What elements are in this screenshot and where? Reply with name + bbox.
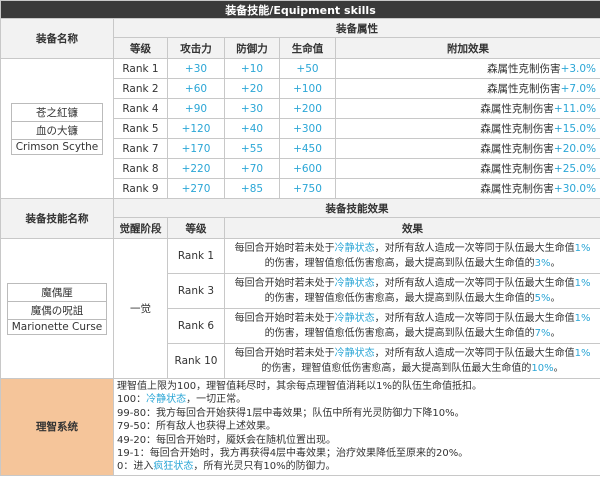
rank-cell: Rank 4 <box>113 98 168 119</box>
rank-cell: Rank 7 <box>113 138 168 159</box>
def-cell: +55 <box>224 138 280 159</box>
atk-cell: +270 <box>167 178 225 199</box>
atk-cell: +30 <box>167 58 225 79</box>
bonus-cell: 森属性克制伤害+11.0% <box>334 98 600 119</box>
skill-name-jp: 魔偶の呪詛 <box>7 302 107 320</box>
skill-effect-cell: 每回合开始时若未处于冷静状态，对所有敌人造成一次等同于队伍最大生命值1%的伤害，… <box>223 273 600 309</box>
skill-name-cn: 魔偶厘 <box>7 284 107 302</box>
def-cell: +40 <box>224 118 280 139</box>
col-rank: 等级 <box>113 37 168 59</box>
skill-effect-cell: 每回合开始时若未处于冷静状态，对所有敌人造成一次等同于队伍最大生命值1%的伤害，… <box>223 308 600 344</box>
atk-cell: +120 <box>167 118 225 139</box>
skill-rank-cell: Rank 3 <box>167 273 225 309</box>
sanity-system-description: 理智值上限为100，理智值耗尽时，其余每点理智值消耗以1%的队伍生命值抵扣。 1… <box>112 378 600 476</box>
sanity-line: 理智值上限为100，理智值耗尽时，其余每点理智值消耗以1%的队伍生命值抵扣。 <box>117 381 482 392</box>
col-hp: 生命值 <box>279 37 336 59</box>
def-cell: +70 <box>224 158 280 179</box>
sanity-line: 99-80：我方每回合开始获得1层中毒效果；队伍中所有光灵防御力下降10%。 <box>117 407 465 419</box>
def-cell: +10 <box>224 58 280 79</box>
equipment-name-header: 装备名称 <box>0 18 114 59</box>
atk-cell: +220 <box>167 158 225 179</box>
bonus-cell: 森属性克制伤害+30.0% <box>334 178 600 199</box>
col-skill-rank: 等级 <box>167 217 225 239</box>
equipment-name-cell: 苍之紅镰 血の大镰 Crimson Scythe <box>0 58 114 199</box>
rank-cell: Rank 5 <box>113 118 168 139</box>
hp-cell: +450 <box>279 138 336 159</box>
col-bonus: 附加效果 <box>334 37 600 59</box>
col-atk: 攻击力 <box>167 37 225 59</box>
sanity-system-label: 理智系统 <box>0 378 114 476</box>
skill-rank-cell: Rank 6 <box>167 308 225 344</box>
hp-cell: +100 <box>279 78 336 99</box>
def-cell: +85 <box>224 178 280 199</box>
rank-cell: Rank 9 <box>113 178 168 199</box>
hp-cell: +750 <box>279 178 336 199</box>
col-def: 防御力 <box>224 37 280 59</box>
equipment-name-box: 苍之紅镰 血の大镰 Crimson Scythe <box>10 102 104 155</box>
col-awaken-stage: 觉醒阶段 <box>113 217 168 239</box>
skill-rank-cell: Rank 1 <box>167 238 225 274</box>
skill-effect-cell: 每回合开始时若未处于冷静状态，对所有敌人造成一次等同于队伍最大生命值1%的伤害，… <box>223 238 600 274</box>
equipment-name-en: Crimson Scythe <box>15 140 99 153</box>
skill-effect-header: 装备技能效果 <box>112 198 600 218</box>
bonus-cell: 森属性克制伤害+20.0% <box>334 138 600 159</box>
rank-cell: Rank 2 <box>113 78 168 99</box>
rank-cell: Rank 1 <box>113 58 168 79</box>
def-cell: +30 <box>224 98 280 119</box>
equipment-attr-header: 装备属性 <box>112 18 600 38</box>
hp-cell: +600 <box>279 158 336 179</box>
equipment-name-jp: 血の大镰 <box>11 122 103 140</box>
atk-cell: +60 <box>167 78 225 99</box>
skill-name-en: Marionette Curse <box>11 320 103 333</box>
def-cell: +20 <box>224 78 280 99</box>
bonus-cell: 森属性克制伤害+7.0% <box>334 78 600 99</box>
skill-effect-cell: 每回合开始时若未处于冷静状态，对所有敌人造成一次等同于队伍最大生命值1%的伤害，… <box>223 343 600 379</box>
skill-name-cell: 魔偶厘 魔偶の呪詛 Marionette Curse <box>0 238 114 379</box>
sanity-line: 79-50：所有敌人也获得上述效果。 <box>117 421 277 433</box>
table-row: 魔偶厘 魔偶の呪詛 Marionette Curse 一觉 Rank 1 每回合… <box>0 238 600 379</box>
atk-cell: +170 <box>167 138 225 159</box>
bonus-cell: 森属性克制伤害+3.0% <box>334 58 600 79</box>
sanity-line: 49-20：每回合开始时，魇妖会在随机位置出现。 <box>117 434 337 446</box>
rank-cell: Rank 8 <box>113 158 168 179</box>
skill-rank-cell: Rank 10 <box>167 343 225 379</box>
skill-name-box: 魔偶厘 魔偶の呪詛 Marionette Curse <box>6 282 108 335</box>
bonus-cell: 森属性克制伤害+15.0% <box>334 118 600 139</box>
skill-name-header: 装备技能名称 <box>0 198 114 239</box>
bonus-cell: 森属性克制伤害+25.0% <box>334 158 600 179</box>
table-title: 装备技能/Equipment skills <box>0 0 600 19</box>
awaken-stage-cell: 一觉 <box>113 238 168 379</box>
sanity-line: 19-1：每回合开始时，我方再获得4层中毒效果；治疗效果降低至原来的20%。 <box>117 448 469 460</box>
hp-cell: +50 <box>279 58 336 79</box>
sanity-line: 0：进入疯狂状态，所有光灵只有10%的防御力。 <box>117 461 336 473</box>
atk-cell: +90 <box>167 98 225 119</box>
hp-cell: +200 <box>279 98 336 119</box>
table-row: 苍之紅镰 血の大镰 Crimson Scythe Rank 1 +30 +10 … <box>0 58 600 199</box>
hp-cell: +300 <box>279 118 336 139</box>
sanity-line: 100：冷静状态，一切正常。 <box>117 394 247 406</box>
equipment-skills-table: 装备技能/Equipment skills 装备名称 装备属性 等级 攻击力 防… <box>0 0 600 476</box>
equipment-name-cn: 苍之紅镰 <box>11 104 103 122</box>
col-effect: 效果 <box>223 217 600 239</box>
